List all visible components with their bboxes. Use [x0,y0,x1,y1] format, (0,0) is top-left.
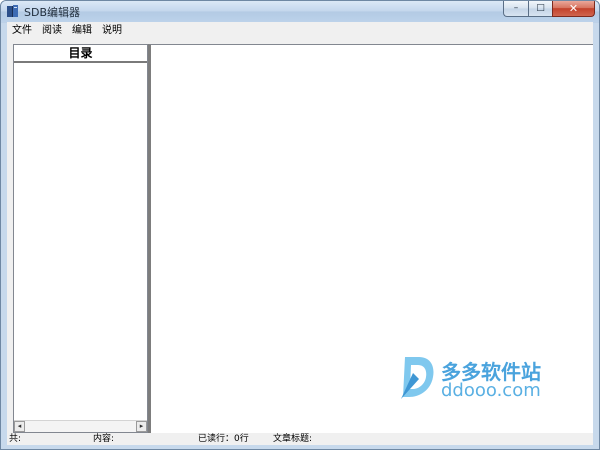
menu-help[interactable]: 说明 [97,23,127,39]
menu-bar: 文件 阅读 编辑 说明 [7,22,593,40]
caption-buttons: – □ ✕ [503,1,595,17]
maximize-icon: □ [536,3,545,13]
watermark-brand-en: ddooo.com [441,380,541,401]
status-content: 内容: [93,434,115,444]
close-icon: ✕ [568,2,579,15]
minimize-button[interactable]: – [503,1,528,17]
scroll-left-button[interactable]: ◂ [14,421,25,432]
title-bar[interactable]: SDB编辑器 – □ ✕ [1,1,599,22]
arrow-right-icon: ▸ [139,422,144,430]
app-book-icon [7,5,18,17]
watermark-logo-icon [401,357,434,399]
directory-panel[interactable]: 目录 ◂ ▸ [13,44,148,433]
directory-header: 目录 [14,45,147,63]
menu-read[interactable]: 阅读 [37,23,67,39]
app-window: SDB编辑器 – □ ✕ 文件 阅读 编辑 说明 目录 ◂ ▸ 共: 内容: 已… [0,0,600,450]
directory-horizontal-scrollbar[interactable]: ◂ ▸ [14,420,147,432]
menu-edit[interactable]: 编辑 [67,23,97,39]
scroll-right-button[interactable]: ▸ [136,421,147,432]
status-bar: 共: 内容: 已读行：0行 文章标题: [7,433,593,445]
status-total: 共: [9,434,22,444]
arrow-left-icon: ◂ [17,422,22,430]
watermark: 多多软件站 ddooo.com [399,353,569,405]
scroll-track[interactable] [25,421,136,432]
menu-file[interactable]: 文件 [7,23,37,39]
status-article-title: 文章标题: [273,434,313,444]
status-read-lines: 已读行：0行 [198,434,249,444]
window-title: SDB编辑器 [24,6,80,19]
maximize-button[interactable]: □ [528,1,552,17]
close-button[interactable]: ✕ [552,1,595,17]
minimize-icon: – [513,3,519,13]
